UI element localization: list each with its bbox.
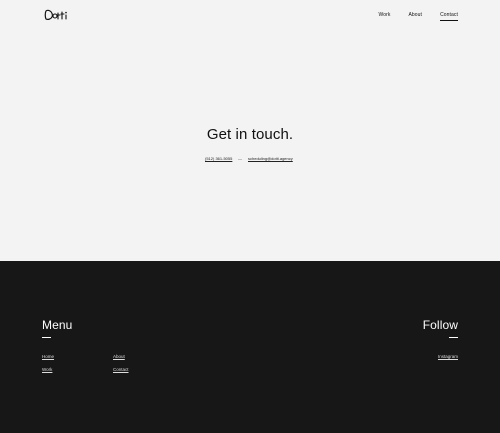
footer-link-home[interactable]: Home <box>42 354 54 360</box>
phone-link[interactable]: (512) 361-5055 <box>205 156 232 162</box>
nav-link-contact[interactable]: Contact <box>440 12 458 21</box>
site-footer: Menu Home Work About Contact Follow Inst… <box>0 261 500 433</box>
primary-navigation: Work About Contact <box>379 12 459 21</box>
dotti-logo[interactable] <box>44 8 70 22</box>
menu-divider <box>42 337 51 338</box>
footer-link-work[interactable]: Work <box>42 367 52 373</box>
nav-link-work[interactable]: Work <box>379 12 391 19</box>
contact-details: (512) 361-5055 — scheduling@dotti.agency <box>0 156 500 164</box>
follow-divider <box>449 337 458 338</box>
instagram-link[interactable]: Instagram <box>438 354 458 360</box>
page-title: Get in touch. <box>206 126 294 143</box>
contact-separator: — <box>238 156 242 161</box>
footer-link-about[interactable]: About <box>113 354 125 360</box>
nav-link-about[interactable]: About <box>408 12 422 19</box>
footer-follow-heading: Follow <box>422 318 458 332</box>
site-header: Work About Contact <box>0 0 500 32</box>
footer-menu-heading: Menu <box>42 318 73 332</box>
footer-link-contact[interactable]: Contact <box>113 367 129 373</box>
email-link[interactable]: scheduling@dotti.agency <box>248 156 293 162</box>
